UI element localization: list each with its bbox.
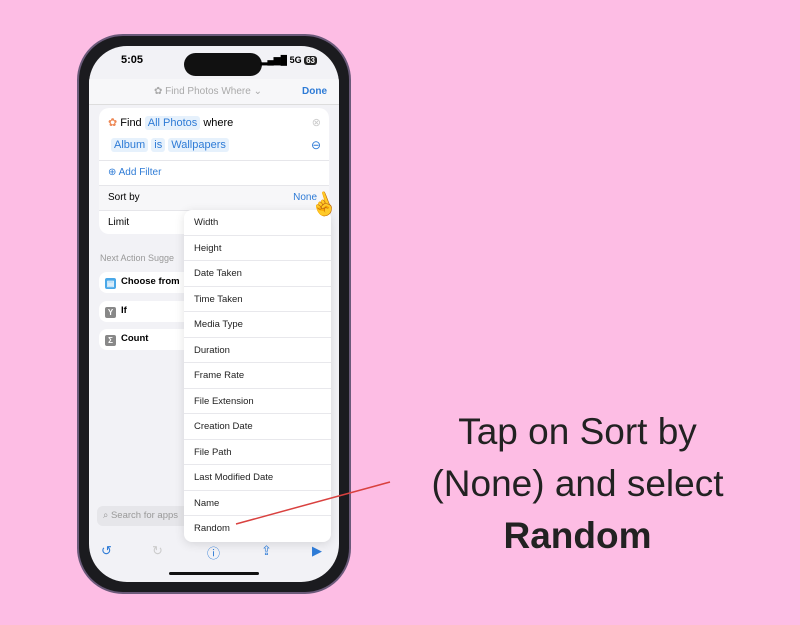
caption: Tap on Sort by (None) and select Random xyxy=(400,406,755,562)
caption-line-1: Tap on Sort by xyxy=(458,411,697,452)
caption-line-3: Random xyxy=(503,515,652,556)
arrow-line xyxy=(235,481,391,525)
caption-line-2: (None) and select xyxy=(431,463,724,504)
